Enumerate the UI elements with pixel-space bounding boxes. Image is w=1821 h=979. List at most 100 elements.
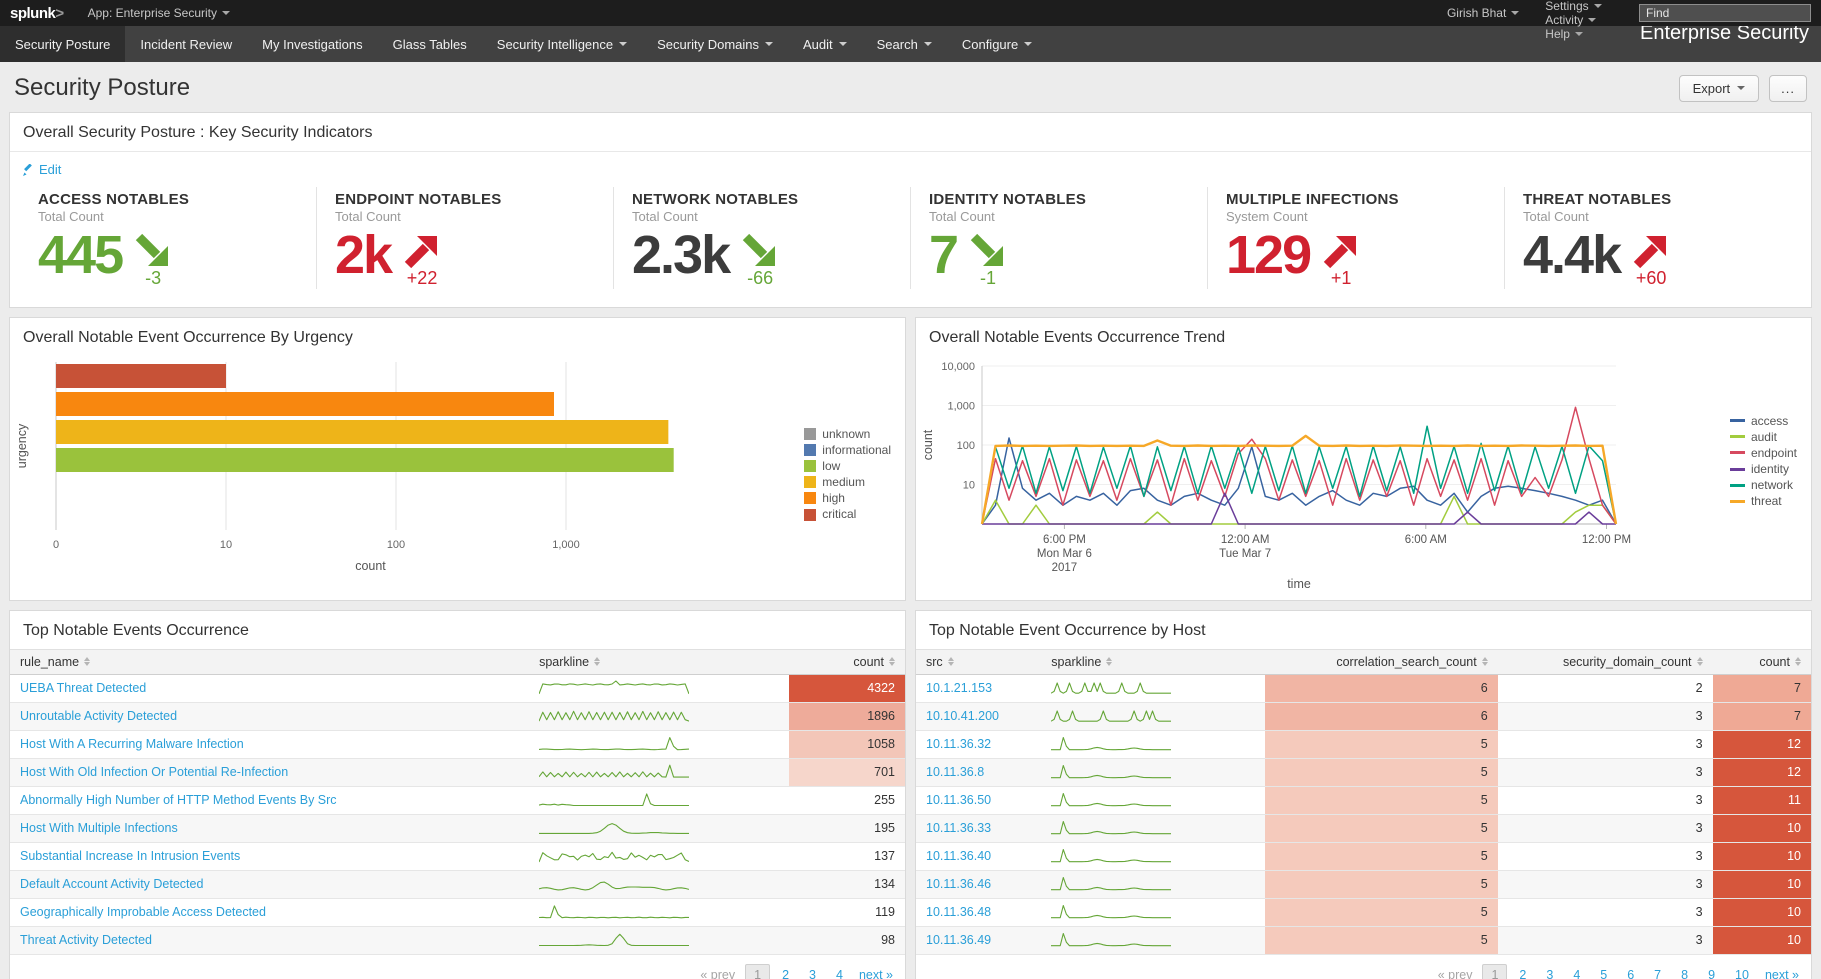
legend-item-medium[interactable]: medium — [804, 474, 891, 490]
sparkline-cell — [529, 702, 789, 731]
nav-item-security-domains[interactable]: Security Domains — [642, 26, 788, 62]
rule-name-link[interactable]: Host With Old Infection Or Potential Re-… — [20, 765, 288, 779]
nav-item-my-investigations[interactable]: My Investigations — [247, 26, 377, 62]
legend-item-access[interactable]: access — [1729, 413, 1797, 429]
nav-item-glass-tables[interactable]: Glass Tables — [378, 26, 482, 62]
nav-item-incident-review[interactable]: Incident Review — [125, 26, 247, 62]
legend-item-high[interactable]: high — [804, 490, 891, 506]
legend-item-audit[interactable]: audit — [1729, 429, 1797, 445]
src-link[interactable]: 10.1.21.153 — [926, 681, 992, 695]
pager-page-2[interactable]: 2 — [1511, 965, 1534, 979]
rule-name-link[interactable]: Threat Activity Detected — [20, 933, 152, 947]
pager-page-7[interactable]: 7 — [1646, 965, 1669, 979]
nav-item-search[interactable]: Search — [862, 26, 947, 62]
src-link[interactable]: 10.11.36.46 — [926, 877, 991, 891]
rule-name-link[interactable]: Host With Multiple Infections — [20, 821, 178, 835]
kpi-access-notables[interactable]: ACCESS NOTABLES Total Count 445 -3 — [20, 187, 316, 289]
pager-next[interactable]: next » — [1765, 968, 1799, 979]
trend-line-chart[interactable]: 10 100 1,000 10,000 6:00 PM Mon Mar 6 2017 12:0… — [916, 356, 1791, 591]
src-link[interactable]: 10.11.36.32 — [926, 737, 991, 751]
sort-icon — [1696, 657, 1703, 666]
more-actions-button[interactable]: ... — [1769, 74, 1807, 102]
rule-name-link[interactable]: Abnormally High Number of HTTP Method Ev… — [20, 793, 337, 807]
src-link[interactable]: 10.11.36.48 — [926, 905, 991, 919]
find-search-input[interactable] — [1639, 4, 1811, 22]
bar-high[interactable] — [56, 391, 555, 416]
topbar-menu-help[interactable]: Help — [1545, 27, 1613, 41]
src-link[interactable]: 10.11.36.50 — [926, 793, 991, 807]
kpi-endpoint-notables[interactable]: ENDPOINT NOTABLES Total Count 2k +22 — [316, 186, 613, 289]
legend-item-critical[interactable]: critical — [804, 506, 891, 522]
rule-name-link[interactable]: Host With A Recurring Malware Infection — [20, 737, 244, 751]
nav-item-configure[interactable]: Configure — [947, 26, 1047, 62]
column-header-rule_name[interactable]: rule_name — [10, 648, 530, 675]
pager-page-6[interactable]: 6 — [1619, 965, 1642, 979]
pager-prev[interactable]: « prev — [700, 968, 735, 979]
sparkline — [538, 679, 690, 694]
src-link[interactable]: 10.11.36.8 — [926, 765, 984, 779]
pager-page-4[interactable]: 4 — [1565, 965, 1588, 979]
bar-critical[interactable] — [56, 363, 226, 388]
src-link[interactable]: 10.11.36.33 — [926, 821, 991, 835]
kpi-delta: +1 — [1330, 267, 1352, 288]
urgency-bar-chart[interactable]: 0 10 100 1,000 count urgency — [10, 356, 885, 591]
rule-name-link[interactable]: Unroutable Activity Detected — [20, 709, 177, 723]
pager-page-current[interactable]: 1 — [1482, 963, 1508, 979]
src-link[interactable]: 10.11.36.40 — [926, 849, 991, 863]
column-header-count[interactable]: count — [788, 648, 905, 675]
src-link[interactable]: 10.10.41.200 — [926, 709, 999, 723]
pager-page-10[interactable]: 10 — [1727, 965, 1757, 979]
legend-item-low[interactable]: low — [804, 458, 891, 474]
pager-page-9[interactable]: 9 — [1700, 965, 1723, 979]
nav-item-audit[interactable]: Audit — [788, 26, 862, 62]
app-menu[interactable]: App: Enterprise Security — [88, 6, 231, 20]
column-header-correlation_search_count[interactable]: correlation_search_count — [1265, 648, 1498, 675]
topbar-menu-activity[interactable]: Activity — [1545, 13, 1613, 27]
rule-name-link[interactable]: UEBA Threat Detected — [20, 681, 146, 695]
legend-item-endpoint[interactable]: endpoint — [1729, 445, 1797, 461]
legend-item-informational[interactable]: informational — [804, 442, 891, 458]
rule-name-link[interactable]: Substantial Increase In Intrusion Events — [20, 849, 240, 863]
kpi-multiple-infections[interactable]: MULTIPLE INFECTIONS System Count 129 +1 — [1207, 186, 1504, 289]
nav-item-security-posture[interactable]: Security Posture — [0, 26, 126, 62]
kpi-network-notables[interactable]: NETWORK NOTABLES Total Count 2.3k -66 — [613, 186, 910, 289]
legend-item-identity[interactable]: identity — [1729, 461, 1797, 477]
series-endpoint[interactable] — [981, 406, 1617, 524]
pager-page-current[interactable]: 1 — [745, 963, 771, 979]
src-link[interactable]: 10.11.36.49 — [926, 933, 991, 947]
pager-page-3[interactable]: 3 — [801, 965, 824, 979]
pager-next[interactable]: next » — [859, 968, 893, 979]
bar-medium[interactable] — [56, 419, 669, 444]
splunk-logo[interactable]: splunk> — [10, 5, 64, 22]
edit-link[interactable]: Edit — [23, 162, 61, 177]
bar-low[interactable] — [56, 447, 674, 472]
column-header-count[interactable]: count — [1712, 648, 1811, 675]
column-header-sparkline[interactable]: sparkline — [1041, 648, 1266, 675]
kpi-identity-notables[interactable]: IDENTITY NOTABLES Total Count 7 -1 — [910, 186, 1207, 289]
sparkline — [539, 933, 690, 946]
pager-page-3[interactable]: 3 — [1538, 965, 1561, 979]
pager-prev[interactable]: « prev — [1438, 968, 1473, 979]
series-identity[interactable] — [982, 492, 1616, 525]
pager-page-5[interactable]: 5 — [1592, 965, 1615, 979]
column-header-src[interactable]: src — [916, 648, 1042, 675]
legend-item-network[interactable]: network — [1729, 477, 1797, 493]
kpi-threat-notables[interactable]: THREAT NOTABLES Total Count 4.4k +60 — [1504, 186, 1801, 289]
rule-name-link[interactable]: Geographically Improbable Access Detecte… — [20, 905, 266, 919]
series-audit[interactable] — [981, 495, 1617, 525]
legend-item-unknown[interactable]: unknown — [804, 426, 891, 442]
nav-item-security-intelligence[interactable]: Security Intelligence — [482, 26, 642, 62]
pager-page-2[interactable]: 2 — [774, 965, 797, 979]
chevron-down-icon — [222, 11, 231, 15]
top-notables-panel: Top Notable Events Occurrence rule_name s… — [9, 609, 906, 979]
topbar-menu-settings[interactable]: Settings — [1545, 0, 1613, 13]
pager-page-8[interactable]: 8 — [1673, 965, 1696, 979]
rule-name-link[interactable]: Default Account Activity Detected — [20, 877, 203, 891]
export-button[interactable]: Export — [1678, 74, 1760, 102]
security-domain-count-cell: 3 — [1497, 870, 1713, 899]
pager-page-4[interactable]: 4 — [828, 965, 851, 979]
legend-item-threat[interactable]: threat — [1729, 493, 1797, 509]
column-header-security_domain_count[interactable]: security_domain_count — [1497, 648, 1713, 675]
user-menu[interactable]: Girish Bhat — [1447, 6, 1520, 20]
column-header-sparkline[interactable]: sparkline — [529, 648, 789, 675]
